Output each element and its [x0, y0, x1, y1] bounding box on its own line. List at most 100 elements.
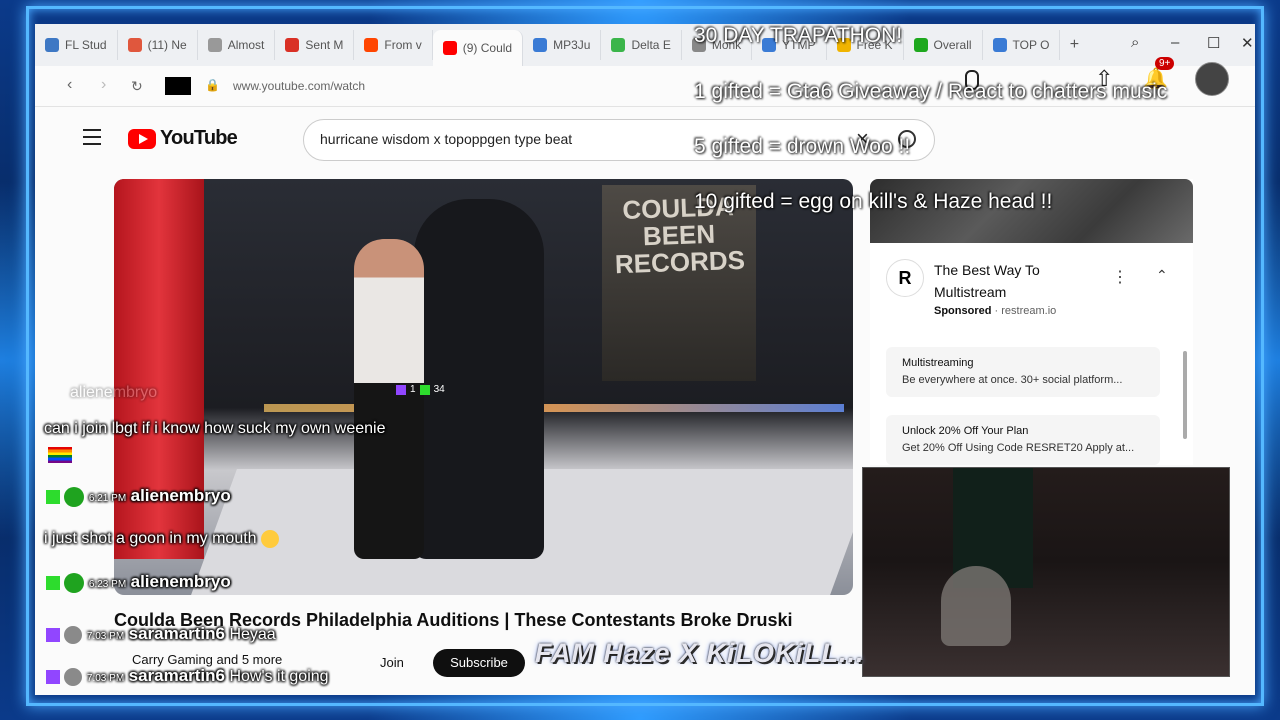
- user-avatar-icon: [64, 667, 83, 686]
- twitch-icon: [396, 384, 406, 395]
- overlay-headline: 30 DAY TRAPATHON!: [694, 24, 903, 47]
- chat-timestamp: 6:23 PM: [88, 579, 127, 590]
- youtube-logo[interactable]: YouTube: [128, 127, 238, 150]
- ad-sitelink[interactable]: Multistreaming Be everywhere at once. 30…: [886, 347, 1160, 397]
- performer-woman: [354, 239, 424, 559]
- youtube-wordmark: YouTube: [160, 127, 238, 149]
- alien-avatar-icon: [64, 486, 85, 507]
- browser-tab[interactable]: FL Stud: [35, 30, 118, 60]
- chat-message: i just shot a goon in my mouth: [44, 530, 257, 548]
- address-bar[interactable]: www.youtube.com/watch: [233, 79, 365, 93]
- kick-badge-icon: [46, 575, 60, 590]
- browser-tab[interactable]: Overall: [904, 30, 983, 60]
- pride-flag-icon: [48, 447, 72, 463]
- browser-tab[interactable]: (9) Could: [432, 30, 524, 66]
- twitch-count: 1: [410, 384, 416, 395]
- ad-sitelink-desc: Be everywhere at once. 30+ social platfo…: [902, 374, 1123, 386]
- chat-timestamp: 6:21 PM: [88, 493, 127, 504]
- browser-tab[interactable]: (11) Ne: [118, 30, 198, 60]
- tab-favicon-icon: [127, 38, 142, 52]
- chevron-up-icon[interactable]: ⌃: [1156, 267, 1168, 284]
- join-button[interactable]: Join: [380, 655, 404, 670]
- tab-favicon-icon: [207, 38, 222, 52]
- chat-username: alienembryo: [130, 572, 231, 591]
- ad-domain: restream.io: [1001, 305, 1057, 317]
- browser-tab[interactable]: Delta E: [601, 30, 682, 60]
- reload-icon[interactable]: ↻: [131, 78, 143, 95]
- tab-favicon-icon: [533, 38, 548, 52]
- webcam-figure: [941, 566, 1011, 646]
- performer-man: [414, 199, 544, 559]
- kick-badge-icon: [46, 489, 60, 504]
- maximize-icon[interactable]: ☐: [1207, 34, 1220, 52]
- tab-favicon-icon: [442, 41, 457, 55]
- forward-icon[interactable]: ›: [101, 76, 106, 94]
- tab-label: (9) Could: [462, 41, 513, 55]
- extension-block[interactable]: [165, 77, 191, 95]
- close-window-icon[interactable]: ✕: [1241, 34, 1254, 52]
- smile-emoji-icon: [261, 530, 280, 548]
- overlay-goal-2: 5 gifted = drown Woo !!: [694, 135, 911, 158]
- chat-header: 6:21 PM alienembryo: [46, 486, 231, 507]
- menu-icon[interactable]: [83, 129, 101, 150]
- subscribe-button[interactable]: Subscribe: [433, 649, 525, 677]
- chat-row: 7:03 PM saramartin6 How's it going: [46, 666, 329, 686]
- streamer-logo: FAM Haze X KiLOKiLL...: [535, 638, 865, 668]
- ad-title[interactable]: The Best Way To Multistream: [934, 259, 1084, 303]
- ad-scrollbar[interactable]: [1183, 351, 1187, 439]
- tab-label: From v: [384, 38, 422, 52]
- twitch-badge-icon: [46, 627, 60, 642]
- account-avatar[interactable]: [1195, 62, 1229, 96]
- stage-lights: [264, 404, 844, 412]
- back-icon[interactable]: ‹: [67, 76, 72, 94]
- chat-username: saramartin6: [128, 666, 225, 685]
- browser-tab[interactable]: Almost: [198, 30, 276, 60]
- notification-badge: 9+: [1155, 57, 1175, 70]
- ad-sponsored-line: Sponsored · restream.io: [934, 305, 1057, 317]
- ad-sitelink-desc: Get 20% Off Using Code RESRET20 Apply at…: [902, 442, 1135, 454]
- sponsored-label: Sponsored: [934, 305, 992, 317]
- tab-favicon-icon: [364, 38, 379, 52]
- tab-favicon-icon: [611, 38, 626, 52]
- browser-tab[interactable]: From v: [354, 30, 433, 60]
- chat-username: alienembryo: [130, 486, 231, 505]
- kick-icon: [419, 384, 430, 395]
- kick-count: 34: [433, 384, 445, 395]
- chat-timestamp: 7:03 PM: [86, 673, 125, 684]
- search-tabs-icon[interactable]: ⌕: [1131, 34, 1139, 51]
- tab-label: Overall: [933, 38, 972, 52]
- twitch-badge-icon: [46, 669, 60, 684]
- sponsored-ad-card[interactable]: R The Best Way To Multistream Sponsored …: [870, 179, 1193, 465]
- youtube-play-icon: [128, 128, 156, 149]
- tab-favicon-icon: [285, 38, 300, 52]
- new-tab-icon[interactable]: +: [1060, 36, 1088, 54]
- lock-icon[interactable]: 🔒: [205, 78, 220, 92]
- chat-header: 6:23 PM alienembryo: [46, 572, 231, 593]
- browser-tab[interactable]: MP3Ju: [523, 30, 602, 60]
- tab-label: Sent M: [305, 38, 344, 52]
- chat-message-row: i just shot a goon in my mouth: [44, 530, 280, 548]
- tab-label: Delta E: [631, 38, 671, 52]
- tab-favicon-icon: [913, 38, 928, 52]
- browser-tab[interactable]: TOP O: [983, 30, 1061, 60]
- chat-faded-user: alienembryo: [70, 384, 158, 401]
- tab-label: (11) Ne: [147, 38, 187, 52]
- chat-message: Heyaa: [229, 626, 276, 643]
- overlay-goal-3: 10 gifted = egg on kill's & Haze head !!: [694, 190, 1053, 213]
- minimize-icon[interactable]: –: [1171, 34, 1179, 51]
- tab-label: MP3Ju: [553, 38, 591, 52]
- ad-sitelink-title: Unlock 20% Off Your Plan: [902, 425, 1029, 437]
- more-options-icon[interactable]: ⋮: [1112, 267, 1128, 287]
- tab-label: FL Stud: [65, 38, 107, 52]
- tab-label: TOP O: [1012, 38, 1050, 52]
- ad-sitelink[interactable]: Unlock 20% Off Your Plan Get 20% Off Usi…: [886, 415, 1160, 465]
- chat-row: 7:03 PM saramartin6 Heyaa: [46, 624, 276, 644]
- chat-message: can i join lbgt if i know how suck my ow…: [44, 420, 386, 437]
- chat-timestamp: 7:03 PM: [86, 631, 125, 642]
- search-input[interactable]: hurricane wisdom x topoppgen type beat: [320, 131, 572, 147]
- youtube-masthead: YouTube hurricane wisdom x topoppgen typ…: [35, 107, 1255, 171]
- webcam-overlay: [862, 467, 1230, 677]
- browser-tab[interactable]: Sent M: [275, 30, 355, 60]
- channel-subscribers: Carry Gaming and 5 more: [132, 652, 283, 667]
- ad-sitelink-title: Multistreaming: [902, 357, 974, 369]
